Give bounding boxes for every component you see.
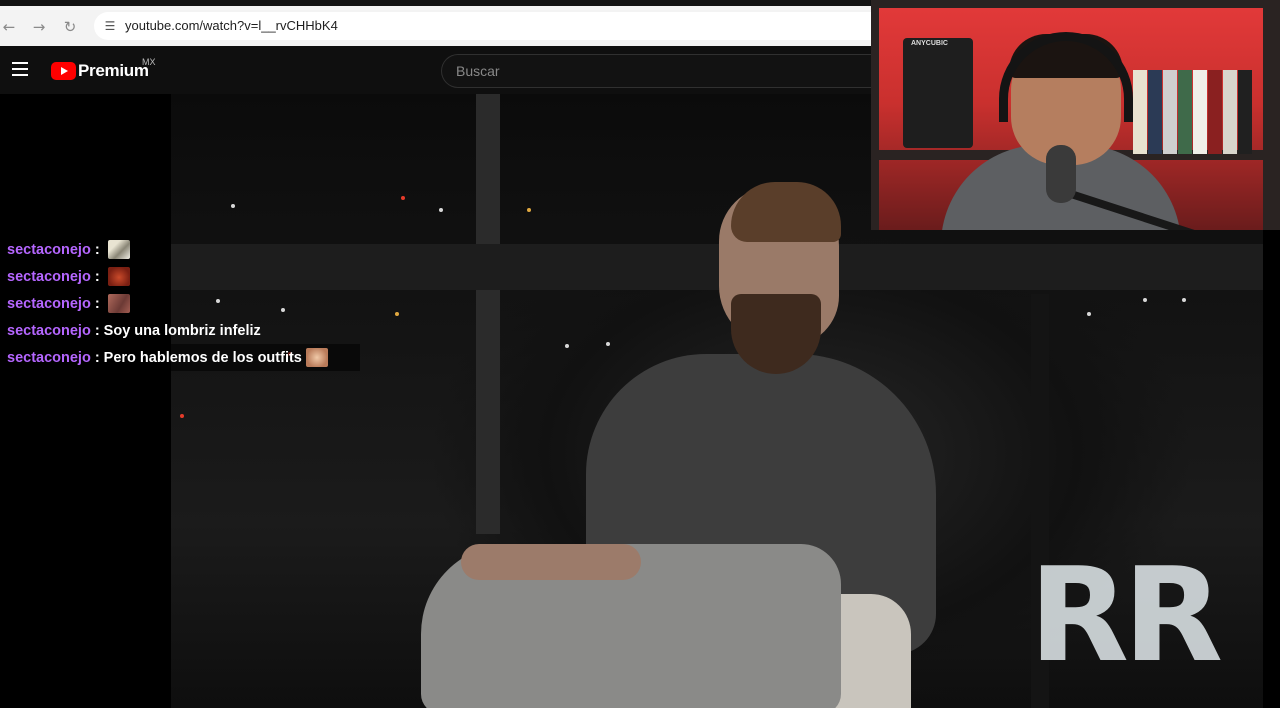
city-light [231,204,235,208]
shelf [871,0,879,230]
chat-separator: : [94,268,100,285]
city-light [439,208,443,212]
shelf [1263,0,1280,230]
chat-text: Pero hablemos de los outfits [103,349,302,366]
city-light [401,196,405,200]
back-icon[interactable]: ← [0,18,18,36]
chat-overlay: sectaconejo : sectaconejo : sectaconejo … [0,236,360,371]
emote-icon [107,267,130,286]
chat-text: Soy una lombriz infeliz [103,322,261,339]
chat-username: sectaconejo [7,322,91,339]
emote-icon [107,240,130,259]
chat-separator: : [94,295,100,312]
city-light [1143,298,1147,302]
url-text[interactable]: youtube.com/watch?v=l__rvCHHbK4 [125,18,338,33]
chat-username: sectaconejo [7,241,91,258]
site-info-icon[interactable]: ☰ [102,18,118,34]
reload-icon[interactable]: ↻ [61,18,79,36]
chat-separator: : [94,241,100,258]
city-light [1087,312,1091,316]
search-box[interactable] [441,54,871,88]
background-sign: RR [1029,539,1223,691]
city-light [565,344,569,348]
browser-toolbar: ← → ↻ ☰ youtube.com/watch?v=l__rvCHHbK4 [0,0,871,46]
window-frame [476,94,500,534]
streamer-facecam: ANYCUBIC [871,0,1280,230]
shelf [871,0,1280,8]
city-light [395,312,399,316]
printer-label: ANYCUBIC [911,40,948,47]
city-light [1182,298,1186,302]
logo-text: Premium [78,61,149,80]
chat-message: sectaconejo : [0,290,360,317]
youtube-logo[interactable]: Premium [51,61,149,80]
chat-username: sectaconejo [7,268,91,285]
youtube-header: Premium MX [0,46,871,94]
region-code: MX [142,57,156,67]
presenter-arm [461,544,641,580]
chat-separator: : [94,349,100,366]
chat-message: sectaconejo : [0,236,360,263]
city-light [527,208,531,212]
menu-icon[interactable] [12,62,28,76]
chat-message: sectaconejo : [0,263,360,290]
city-light [180,414,184,418]
emote-icon [107,294,130,313]
youtube-play-icon [51,62,76,80]
city-light [606,342,610,346]
presenter-hair [731,182,841,242]
chat-message: sectaconejo : Soy una lombriz infeliz [0,317,360,344]
chat-username: sectaconejo [7,349,91,366]
chat-separator: : [94,322,100,339]
forward-icon[interactable]: → [30,18,48,36]
bookshelf [1133,70,1253,154]
3d-printer [903,38,973,148]
search-input[interactable] [456,55,856,87]
emote-icon [305,348,328,367]
chat-username: sectaconejo [7,295,91,312]
bottom-strip [0,708,1280,720]
address-bar[interactable]: ☰ youtube.com/watch?v=l__rvCHHbK4 [94,12,871,40]
microphone-icon [1046,145,1076,203]
chat-message: sectaconejo : Pero hablemos de los outfi… [0,344,360,371]
